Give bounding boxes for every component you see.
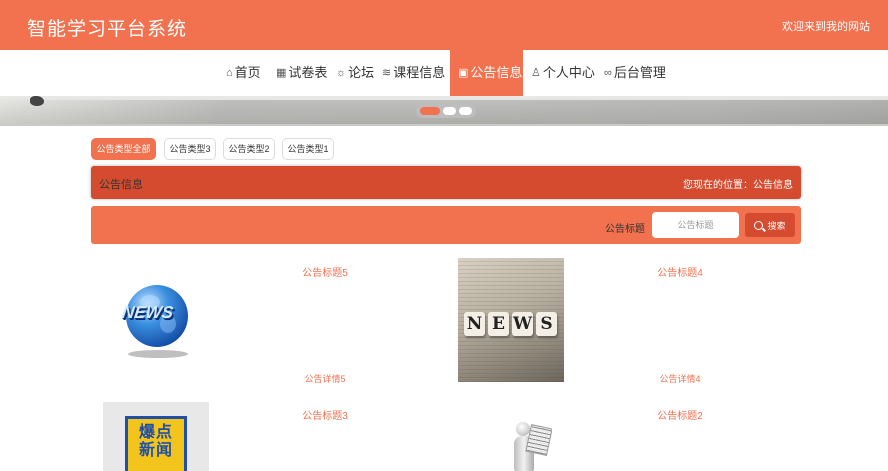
main-nav: ⌂ 首页 ▦ 试卷表 ☼ 论坛 ≋ 课程信息 ▣ 公告信息 ♙ 个人中心 ∞ 后… [0,50,888,96]
notice-title[interactable]: 公告标题4 [620,264,740,279]
notice-title[interactable]: 公告标题3 [265,407,385,422]
search-label: 公告标题 [605,224,645,235]
type-filter-1[interactable]: 公告类型1 [282,138,334,160]
nav-item-label: 公告信息 [470,65,523,80]
nav-item-exam[interactable]: ▦ 试卷表 [276,50,327,96]
nav-item-label: 论坛 [348,65,375,80]
exam-icon: ▦ [276,67,287,79]
search-button[interactable]: 搜索 [745,213,795,237]
course-icon: ≋ [382,67,392,79]
news-cube: N [464,312,485,336]
section-header: 公告信息 您现在的位置：公告信息 [91,166,801,199]
globe-news-lettering: NEWS [120,303,175,322]
carousel-dot-2[interactable] [443,107,456,115]
notice-title[interactable]: 公告标题2 [620,407,740,422]
nav-item-home[interactable]: ⌂ 首页 [226,50,261,96]
section-title: 公告信息 [99,179,143,191]
type-filter-3[interactable]: 公告类型3 [164,138,216,160]
news-cube: S [536,312,557,336]
nav-item-course[interactable]: ≋ 课程信息 [382,50,445,96]
nav-item-label: 后台管理 [613,65,666,80]
news-cube: W [512,312,533,336]
notice-title[interactable]: 公告标题5 [265,264,385,279]
nav-item-label: 首页 [234,65,261,80]
forum-icon: ☼ [336,67,347,79]
nav-item-label: 课程信息 [393,65,446,80]
notice-detail[interactable]: 公告详情5 [265,372,385,385]
user-icon: ♙ [531,67,541,79]
search-button-label: 搜索 [767,220,786,231]
nav-item-admin[interactable]: ∞ 后台管理 [604,50,666,96]
welcome-text: 欢迎来到我的网站 [782,21,870,33]
news-cube: E [488,312,509,336]
search-icon [754,220,764,230]
news-cubes-image[interactable]: N E W S [458,258,564,382]
search-input[interactable] [652,212,739,238]
figure-reading-newspaper-image[interactable] [508,418,552,471]
nav-item-label: 试卷表 [288,65,328,80]
breadcrumb: 您现在的位置：公告信息 [683,180,793,191]
nav-item-forum[interactable]: ☼ 论坛 [336,50,374,96]
site-header: 智能学习平台系统 欢迎来到我的网站 [0,0,888,50]
notice-detail[interactable]: 公告详情4 [620,372,740,385]
nav-item-user-center[interactable]: ♙ 个人中心 [531,50,595,96]
poster-lettering: 爆点 新闻 [138,424,173,459]
carousel-dot-1[interactable] [420,107,440,115]
link-icon: ∞ [604,67,612,79]
carousel-dot-3[interactable] [459,107,472,115]
breaking-news-poster-image[interactable]: 爆点 新闻 [103,402,209,471]
ink-figure-image [30,96,44,106]
nav-item-notice[interactable]: ▣ 公告信息 [450,50,523,96]
carousel-indicators [416,104,476,118]
nav-item-label: 个人中心 [542,65,595,80]
site-title: 智能学习平台系统 [27,19,188,40]
type-filter-all[interactable]: 公告类型全部 [91,138,156,160]
notice-icon: ▣ [458,67,469,79]
home-icon: ⌂ [226,67,233,79]
type-filter-2[interactable]: 公告类型2 [223,138,275,160]
search-bar: 公告标题 搜索 [91,206,801,244]
